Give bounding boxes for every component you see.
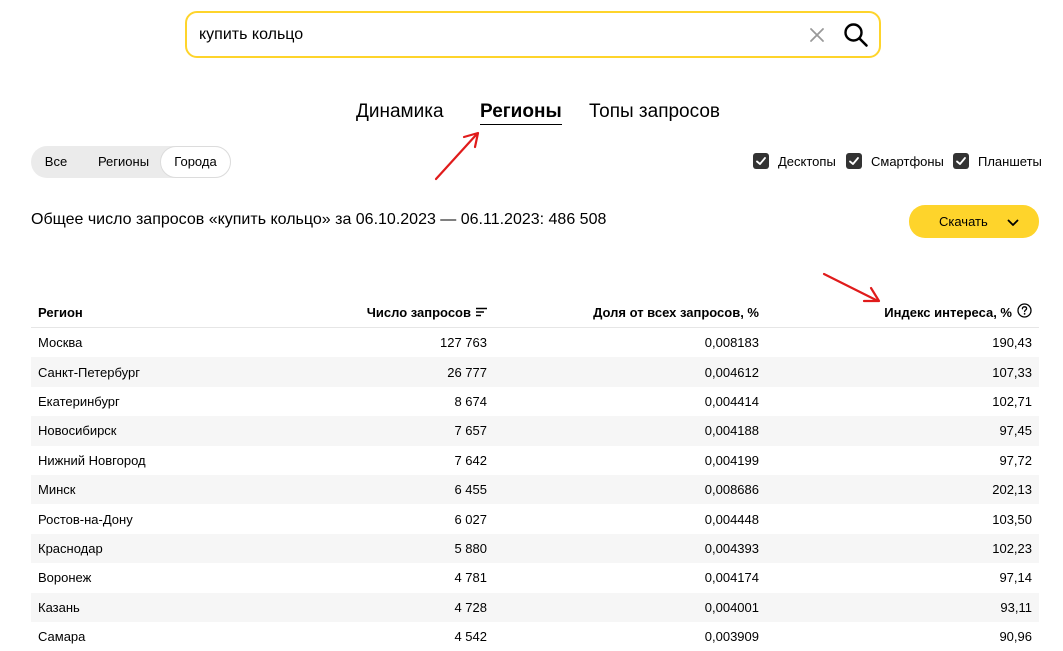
table-row: Краснодар 5 880 0,004393 102,23 [31,533,1039,564]
cell-region: Екатеринбург [38,393,120,409]
tab-dynamics[interactable]: Динамика [356,101,444,123]
cell-interest-index: 202,13 [992,482,1032,498]
cell-region: Новосибирск [38,423,117,439]
total-queries-summary: Общее число запросов «купить кольцо» за … [31,211,607,228]
cell-interest-index: 103,50 [992,511,1032,527]
cell-interest-index: 102,71 [992,393,1032,409]
cell-region: Самара [38,629,86,645]
checkbox-smartphones[interactable]: Смартфоны [846,153,946,171]
cell-query-count: 4 781 [454,570,487,586]
table-body: Москва 127 763 0,008183 190,43 Санкт-Петербу… [31,328,1039,651]
cell-region: Нижний Новгород [38,452,146,468]
cell-share: 0,004393 [704,540,759,556]
cell-query-count: 8 674 [454,393,487,409]
checkbox-desktops[interactable]: Десктопы [753,153,843,171]
cell-interest-index: 102,23 [992,540,1032,556]
segment-cities[interactable]: Города [160,146,231,178]
checkbox-tablets[interactable]: Планшеты [953,153,1053,171]
segment-regions[interactable]: Регионы [86,146,161,178]
cell-query-count: 26 777 [447,364,487,380]
table-row: Минск 6 455 0,008686 202,13 [31,474,1039,505]
table-row: Москва 127 763 0,008183 190,43 [31,328,1039,357]
cell-query-count: 7 642 [454,452,487,468]
cell-share: 0,004001 [704,599,759,615]
table-row: Екатеринбург 8 674 0,004414 102,71 [31,387,1039,416]
sort-icon[interactable] [476,305,487,320]
search-icon[interactable] [843,22,869,48]
help-icon[interactable] [1017,303,1032,321]
table-row: Санкт-Петербург 26 777 0,004612 107,33 [31,357,1039,387]
header-region[interactable]: Регион [38,297,83,327]
download-label: Скачать [939,214,988,229]
cell-interest-index: 107,33 [992,364,1032,380]
cell-region: Краснодар [38,540,103,556]
cell-share: 0,004612 [704,364,759,380]
cell-share: 0,004448 [704,511,759,527]
table-row: Самара 4 542 0,003909 90,96 [31,622,1039,651]
cell-region: Казань [38,599,80,615]
cell-share: 0,008686 [704,482,759,498]
cell-region: Минск [38,482,76,498]
cell-query-count: 127 763 [440,335,487,351]
cell-share: 0,004174 [704,570,759,586]
header-label: Индекс интереса, % [884,304,1012,320]
search-bar [185,11,881,58]
chevron-down-icon [1007,216,1019,231]
table-row: Ростов-на-Дону 6 027 0,004448 103,50 [31,504,1039,533]
cell-interest-index: 97,72 [999,452,1032,468]
header-label: Доля от всех запросов, % [593,304,759,320]
header-query-count[interactable]: Число запросов [367,297,487,327]
header-label: Регион [38,304,83,320]
segment-all[interactable]: Все [31,146,81,178]
checkbox-label: Смартфоны [871,154,944,169]
tab-top-queries[interactable]: Топы запросов [589,101,720,123]
tab-regions[interactable]: Регионы [480,101,562,125]
table-header: Регион Число запросов Доля от всех запро… [31,297,1039,328]
header-label: Число запросов [366,304,471,320]
cell-query-count: 4 542 [454,629,487,645]
cell-interest-index: 90,96 [999,629,1032,645]
cell-region: Санкт-Петербург [38,364,140,380]
check-icon [753,153,769,169]
checkbox-label: Планшеты [978,154,1042,169]
cell-interest-index: 190,43 [992,335,1032,351]
tab-bar: Динамика Регионы Топы запросов [0,101,1063,131]
header-interest-index[interactable]: Индекс интереса, % [884,297,1032,327]
cell-query-count: 6 027 [454,511,487,527]
download-button[interactable]: Скачать [909,205,1039,238]
cell-interest-index: 97,45 [999,423,1032,439]
cell-query-count: 4 728 [454,599,487,615]
cell-region: Москва [38,335,83,351]
cell-query-count: 5 880 [454,540,487,556]
cell-share: 0,008183 [704,335,759,351]
cell-share: 0,004199 [704,452,759,468]
cell-interest-index: 93,11 [1000,599,1032,615]
cell-query-count: 7 657 [454,423,487,439]
search-input[interactable] [199,21,759,49]
cell-region: Воронеж [38,570,92,586]
cell-share: 0,004414 [704,393,759,409]
check-icon [846,153,862,169]
close-icon[interactable] [807,25,827,45]
annotation-arrow-tabs [434,131,480,181]
checkbox-label: Десктопы [778,154,836,169]
region-type-filter: Все Регионы Города [31,146,231,178]
check-icon [953,153,969,169]
header-share[interactable]: Доля от всех запросов, % [593,297,759,327]
cell-interest-index: 97,14 [999,570,1032,586]
table-row: Нижний Новгород 7 642 0,004199 97,72 [31,446,1039,475]
cell-query-count: 6 455 [454,482,487,498]
cell-share: 0,003909 [704,629,759,645]
table-row: Воронеж 4 781 0,004174 97,14 [31,563,1039,592]
table-row: Новосибирск 7 657 0,004188 97,45 [31,416,1039,446]
table-row: Казань 4 728 0,004001 93,11 [31,592,1039,622]
cell-region: Ростов-на-Дону [38,511,133,527]
cell-share: 0,004188 [704,423,759,439]
regions-table: Регион Число запросов Доля от всех запро… [31,297,1039,651]
